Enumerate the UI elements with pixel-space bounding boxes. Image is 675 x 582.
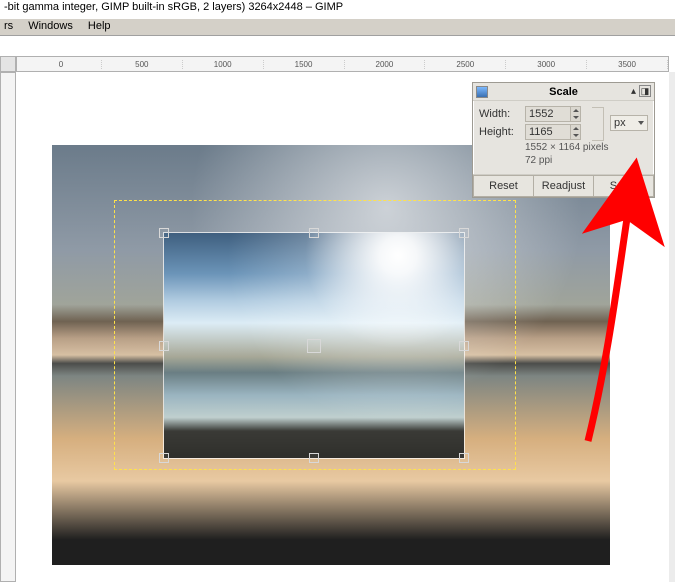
chain-link-icon[interactable] <box>592 107 604 141</box>
handle-top-right[interactable] <box>459 228 469 238</box>
window-title: -bit gamma integer, GIMP built-in sRGB, … <box>0 0 675 18</box>
workspace: 0 500 1000 1500 2000 2500 3000 3500 <box>0 36 675 582</box>
width-input[interactable]: 1552 <box>525 106 581 122</box>
menu-filters-fragment[interactable]: rs <box>4 20 13 32</box>
width-value: 1552 <box>529 108 553 120</box>
handle-bottom-left[interactable] <box>159 453 169 463</box>
ruler-tick: 2000 <box>345 60 426 69</box>
ruler-tick: 0 <box>21 60 102 69</box>
dialog-body: Width: 1552 Height: 1165 <box>473 101 654 170</box>
ruler-tick: 3000 <box>506 60 587 69</box>
handle-top-left[interactable] <box>159 228 169 238</box>
handle-center[interactable] <box>307 339 321 353</box>
menu-windows[interactable]: Windows <box>28 20 73 32</box>
scale-button[interactable]: Scale <box>593 175 654 197</box>
dialog-title: Scale <box>549 86 578 98</box>
vertical-scrollbar[interactable] <box>669 72 675 582</box>
width-label: Width: <box>479 108 525 120</box>
reset-button[interactable]: Reset <box>473 175 533 197</box>
handle-middle-left[interactable] <box>159 341 169 351</box>
unit-value: px <box>614 117 626 129</box>
handle-middle-right[interactable] <box>459 341 469 351</box>
handle-bottom-right[interactable] <box>459 453 469 463</box>
collapse-icon[interactable]: ▴ <box>631 86 636 97</box>
spinner-arrows-icon[interactable] <box>570 107 580 121</box>
ruler-origin[interactable] <box>0 56 16 72</box>
scale-tool-icon <box>476 86 488 98</box>
spinner-arrows-icon[interactable] <box>570 125 580 139</box>
ruler-tick: 2500 <box>425 60 506 69</box>
unit-select[interactable]: px <box>610 115 648 131</box>
image-canvas[interactable] <box>52 145 610 565</box>
detach-icon[interactable]: ◨ <box>639 85 651 97</box>
ruler-tick: 1000 <box>183 60 264 69</box>
height-label: Height: <box>479 126 525 138</box>
dialog-titlebar[interactable]: Scale ▴ ◨ <box>473 83 654 101</box>
transform-box[interactable] <box>164 233 464 458</box>
height-input[interactable]: 1165 <box>525 124 581 140</box>
readjust-button[interactable]: Readjust <box>533 175 593 197</box>
height-value: 1165 <box>529 126 553 138</box>
handle-bottom-middle[interactable] <box>309 453 319 463</box>
ruler-tick: 3500 <box>587 60 668 69</box>
menu-help[interactable]: Help <box>88 20 111 32</box>
ruler-tick: 500 <box>102 60 183 69</box>
pixel-dimensions-info: 1552 × 1164 pixels <box>479 141 648 154</box>
dialog-buttons: Reset Readjust Scale <box>473 174 654 197</box>
ruler-tick: 1500 <box>264 60 345 69</box>
menu-bar: rs Windows Help <box>0 18 675 36</box>
ruler-vertical[interactable] <box>0 72 16 582</box>
ruler-horizontal[interactable]: 0 500 1000 1500 2000 2500 3000 3500 <box>16 56 669 72</box>
scale-dialog[interactable]: Scale ▴ ◨ Width: 1552 Height: <box>472 82 655 198</box>
handle-top-middle[interactable] <box>309 228 319 238</box>
resolution-info: 72 ppi <box>479 154 648 167</box>
